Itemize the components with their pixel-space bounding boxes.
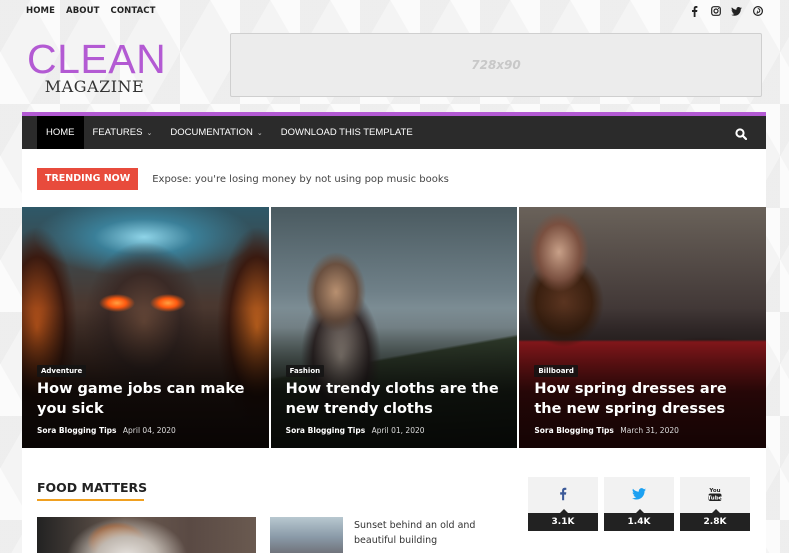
ad-size-label: 728x90 xyxy=(471,58,521,72)
top-bar: HOME ABOUT CONTACT xyxy=(0,0,789,24)
featured-posts: Adventure How game jobs can make you sic… xyxy=(22,207,767,448)
site-logo[interactable]: CLEAN MAGAZINE xyxy=(27,36,167,96)
post-date: April 04, 2020 xyxy=(122,426,176,435)
nav-item-features[interactable]: FEATURES ⌄ xyxy=(84,116,162,149)
logo-subtitle: MAGAZINE xyxy=(44,77,145,96)
facebook-icon xyxy=(528,485,598,503)
food-post-image[interactable] xyxy=(37,517,256,553)
post-meta: Sora Blogging Tips April 04, 2020 xyxy=(37,426,176,435)
post-date: March 31, 2020 xyxy=(620,426,679,435)
nav-item-label: HOME xyxy=(46,127,75,138)
follower-count: 1.4K xyxy=(604,509,674,531)
twitter-icon[interactable] xyxy=(731,4,742,18)
section-title: FOOD MATTERS xyxy=(37,480,148,495)
featured-card[interactable]: Adventure How game jobs can make you sic… xyxy=(22,207,269,448)
social-counter-facebook[interactable]: 3.1K xyxy=(528,477,598,531)
trending-label: TRENDING NOW xyxy=(37,168,139,190)
nav-item-label: DOCUMENTATION xyxy=(170,127,253,138)
post-date: April 01, 2020 xyxy=(371,426,425,435)
post-author[interactable]: Sora Blogging Tips xyxy=(534,426,614,435)
post-meta: Sora Blogging Tips March 31, 2020 xyxy=(534,426,679,435)
section-underline xyxy=(37,499,144,501)
svg-text:Tube: Tube xyxy=(708,496,722,502)
chevron-down-icon: ⌄ xyxy=(256,129,263,137)
featured-card[interactable]: Billboard How spring dresses are the new… xyxy=(519,207,767,448)
nav-item-label: DOWNLOAD THIS TEMPLATE xyxy=(280,127,413,138)
post-author[interactable]: Sora Blogging Tips xyxy=(286,426,366,435)
logo-title: CLEAN xyxy=(27,36,167,82)
trending-bar: TRENDING NOW Expose: you're losing money… xyxy=(37,168,449,190)
social-counters: 3.1K 1.4K You Tube 2.8K xyxy=(528,477,750,531)
chevron-down-icon: ⌄ xyxy=(146,129,153,137)
nav-item-label: FEATURES xyxy=(92,127,143,138)
youtube-icon: You Tube xyxy=(680,485,750,503)
pinterest-icon[interactable] xyxy=(752,4,763,18)
top-social-links xyxy=(689,4,763,18)
svg-text:You: You xyxy=(708,488,720,494)
ad-banner[interactable]: 728x90 xyxy=(230,33,762,97)
instagram-icon[interactable] xyxy=(710,4,721,18)
category-badge[interactable]: Billboard xyxy=(534,365,578,377)
side-post-thumbnail[interactable] xyxy=(270,517,343,553)
nav-item-download[interactable]: DOWNLOAD THIS TEMPLATE xyxy=(272,116,422,149)
category-badge[interactable]: Adventure xyxy=(37,365,87,377)
twitter-icon xyxy=(604,485,674,503)
side-post-title[interactable]: Sunset behind an old and beautiful build… xyxy=(354,518,494,548)
top-link-contact[interactable]: CONTACT xyxy=(111,6,156,16)
featured-card[interactable]: Fashion How trendy cloths are the new tr… xyxy=(270,207,518,448)
nav-item-documentation[interactable]: DOCUMENTATION ⌄ xyxy=(161,116,271,149)
featured-title[interactable]: How trendy cloths are the new trendy clo… xyxy=(286,379,508,419)
top-link-home[interactable]: HOME xyxy=(26,6,55,16)
social-counter-youtube[interactable]: You Tube 2.8K xyxy=(680,477,750,531)
follower-count: 3.1K xyxy=(528,509,598,531)
category-badge[interactable]: Fashion xyxy=(285,365,325,377)
featured-title[interactable]: How spring dresses are the new spring dr… xyxy=(534,379,756,419)
top-links: HOME ABOUT CONTACT xyxy=(26,6,156,16)
post-author[interactable]: Sora Blogging Tips xyxy=(37,426,117,435)
trending-headline[interactable]: Expose: you're losing money by not using… xyxy=(152,174,449,185)
nav-item-home[interactable]: HOME xyxy=(37,116,84,149)
post-meta: Sora Blogging Tips April 01, 2020 xyxy=(286,426,425,435)
search-icon[interactable] xyxy=(735,125,749,141)
top-link-about[interactable]: ABOUT xyxy=(66,6,99,16)
facebook-icon[interactable] xyxy=(689,4,700,18)
featured-title[interactable]: How game jobs can make you sick xyxy=(37,379,259,419)
social-counter-twitter[interactable]: 1.4K xyxy=(604,477,674,531)
main-nav: HOME FEATURES ⌄ DOCUMENTATION ⌄ DOWNLOAD… xyxy=(22,112,766,149)
follower-count: 2.8K xyxy=(680,509,750,531)
content-panel: TRENDING NOW Expose: you're losing money… xyxy=(22,149,767,553)
